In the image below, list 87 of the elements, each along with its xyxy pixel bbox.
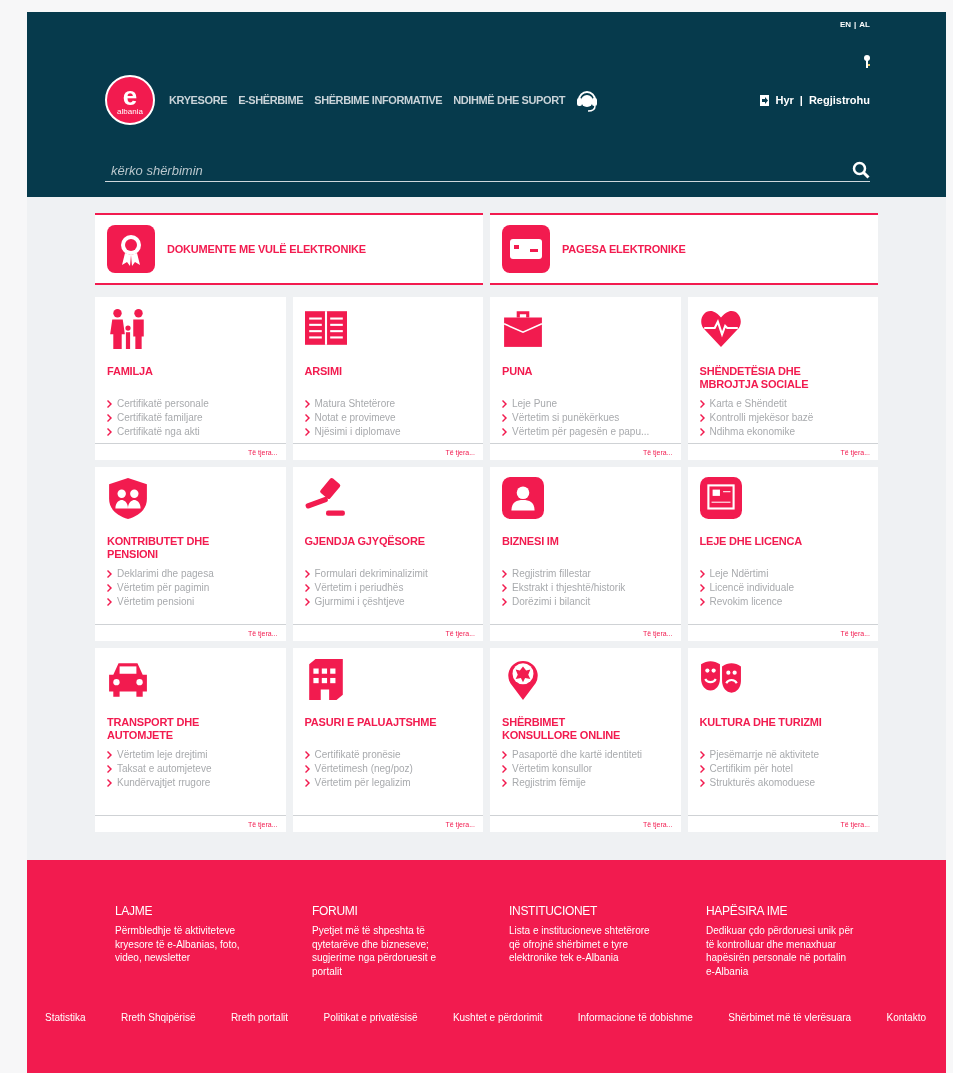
service-link[interactable]: Certifikatë nga akti (117, 425, 200, 439)
category-title[interactable]: TRANSPORT DHE AUTOMJETE (107, 716, 247, 742)
footer-link[interactable]: Rreth Shqipërisë (121, 1012, 196, 1023)
license-document-icon (699, 477, 742, 519)
service-link[interactable]: Gjurmimi i çështjeve (314, 595, 405, 609)
service-link[interactable]: Formulari dekriminalizimit (314, 567, 428, 581)
service-link[interactable]: Pasaportë dhe kartë identiteti (512, 748, 643, 762)
login-icon (760, 94, 770, 106)
service-link[interactable]: Vërtetim konsullor (512, 762, 593, 776)
footer-link[interactable]: Politikat e privatësisë (323, 1012, 418, 1023)
category-title[interactable]: KONTRIBUTET DHE PENSIONI (107, 535, 247, 561)
category-title[interactable]: BIZNESI IM (502, 535, 642, 561)
shield-family-icon (107, 477, 149, 519)
service-link[interactable]: Taksat e automjeteve (117, 762, 212, 776)
category-title[interactable]: LEJE DHE LICENCA (699, 535, 840, 561)
category-title[interactable]: ARSIMI (304, 365, 445, 391)
login-link[interactable]: Hyr (775, 94, 794, 106)
service-link[interactable]: Notat e provimeve (314, 411, 396, 425)
service-link[interactable]: Matura Shtetërore (314, 397, 396, 411)
separator: | (799, 94, 803, 106)
category-title[interactable]: PUNA (502, 365, 642, 391)
footer-heading[interactable]: HAPËSIRA IME (706, 904, 881, 918)
service-link[interactable]: Deklarimi dhe pagesa (117, 567, 214, 581)
category-title[interactable]: FAMILJA (107, 365, 247, 391)
search-field[interactable]: kërko shërbimin (109, 161, 852, 179)
service-link[interactable]: Vërtetimesh (neg/poz) (314, 762, 413, 776)
nav-link[interactable]: E-SHËRBIME (238, 94, 304, 106)
nav-link[interactable]: SHËRBIME INFORMATIVE (314, 94, 443, 106)
service-link[interactable]: Vërtetim leje drejtimi (117, 748, 208, 762)
language-link[interactable]: AL (859, 20, 870, 29)
service-link[interactable]: Regjistrim fëmije (512, 776, 586, 790)
category-title[interactable]: GJENDJA GJYQËSORE (304, 535, 445, 561)
service-link[interactable]: Vërtetim për pagimin (117, 581, 210, 595)
footer-heading[interactable]: LAJME (115, 904, 290, 918)
service-link[interactable]: Revokim licence (709, 595, 783, 609)
footer-text: Përmbledhje të aktiviteteve kryesore të e-Albanias, foto, video, newsletter (115, 924, 241, 965)
gavel-icon (304, 477, 347, 519)
language-link[interactable]: EN (839, 20, 852, 29)
service-link[interactable]: Vërtetim për pagesën e papu... (512, 425, 650, 439)
service-link[interactable]: Certifikatë familjare (117, 411, 203, 425)
category-title[interactable]: KULTURA DHE TURIZMI (699, 716, 840, 742)
footer-link[interactable]: Kontakto (886, 1012, 926, 1023)
footer-link[interactable]: Statistika (45, 1012, 86, 1023)
service-link[interactable]: Dorëzimi i bilancit (512, 595, 591, 609)
featured-card[interactable]: DOKUMENTE ME VULË ELEKTRONIKE (95, 213, 483, 285)
service-link[interactable]: Leje Pune (512, 397, 558, 411)
service-link[interactable]: Licencë individuale (709, 581, 794, 595)
service-link[interactable]: Vërtetim pensioni (117, 595, 195, 609)
footer-link[interactable]: Informacione të dobishme (577, 1012, 693, 1023)
category-title[interactable]: SHËRBIMET KONSULLORE ONLINE (502, 716, 642, 742)
service-link[interactable]: Regjistrim fillestar (512, 567, 591, 581)
ribbon-award-icon (107, 225, 155, 273)
service-link[interactable]: Certifikatë personale (117, 397, 209, 411)
featured-title: PAGESA ELEKTRONIKE (562, 243, 686, 255)
register-link[interactable]: Regjistrohu (808, 94, 870, 106)
service-link[interactable]: Vërtetim si punëkërkues (512, 411, 620, 425)
footer-text: Lista e institucioneve shtetërore që ofrojnë shërbimet e tyre elektronike tek e-Albania (509, 924, 651, 965)
search-icon[interactable] (852, 161, 870, 179)
payment-card-icon (502, 225, 550, 273)
footer-link[interactable]: Kushtet e përdorimit (452, 1012, 543, 1023)
service-link[interactable]: Certifikatë pronësie (314, 748, 401, 762)
nav-link[interactable]: NDIHMË DHE SUPORT (453, 94, 566, 106)
service-link[interactable]: Kundërvajtjet rrugore (117, 776, 211, 790)
category-title[interactable]: SHËNDETËSIA DHE MBROJTJA SOCIALE (699, 365, 840, 391)
footer-link[interactable]: Rreth portalit (230, 1012, 289, 1023)
service-link[interactable]: Karta e Shëndetit (709, 397, 787, 411)
separator: | (854, 20, 857, 29)
category-title[interactable]: PASURI E PALUAJTSHME (304, 716, 445, 742)
person-icon (502, 477, 544, 519)
footer-text: Dedikuar çdo përdoruesi unik për të kontrolluar dhe menaxhuar hapësirën personale në portalin e-Albania (706, 924, 855, 978)
service-link[interactable]: Strukturës akomoduese (709, 776, 816, 790)
footer-link[interactable]: Shërbimet më të vlerësuara (728, 1012, 852, 1023)
service-link[interactable]: Vërtetim për legalizim (314, 776, 411, 790)
service-link[interactable]: Kontrolli mjekësor bazë (709, 411, 814, 425)
nav-link[interactable]: KRYESORE (169, 94, 228, 106)
logo[interactable]: e albania (105, 75, 155, 125)
footer-heading[interactable]: FORUMI (312, 904, 487, 918)
service-link[interactable]: Vërtetim i periudhës (314, 581, 404, 595)
service-link[interactable]: Certifikim për hotel (709, 762, 793, 776)
footer-heading[interactable]: INSTITUCIONET (509, 904, 684, 918)
service-link[interactable]: Pjesëmarrje në aktivitete (709, 748, 819, 762)
featured-title: DOKUMENTE ME VULË ELEKTRONIKE (167, 243, 366, 255)
service-link[interactable]: Ndihma ekonomike (709, 425, 796, 439)
key-icon[interactable] (864, 55, 870, 69)
footer-text: Pyetjet më të shpeshta të qytetarëve dhe bizneseve; sugjerime nga përdoruesit e portalit (312, 924, 437, 978)
featured-card[interactable]: PAGESA ELEKTRONIKE (490, 213, 878, 285)
service-link[interactable]: Leje Ndërtimi (709, 567, 769, 581)
